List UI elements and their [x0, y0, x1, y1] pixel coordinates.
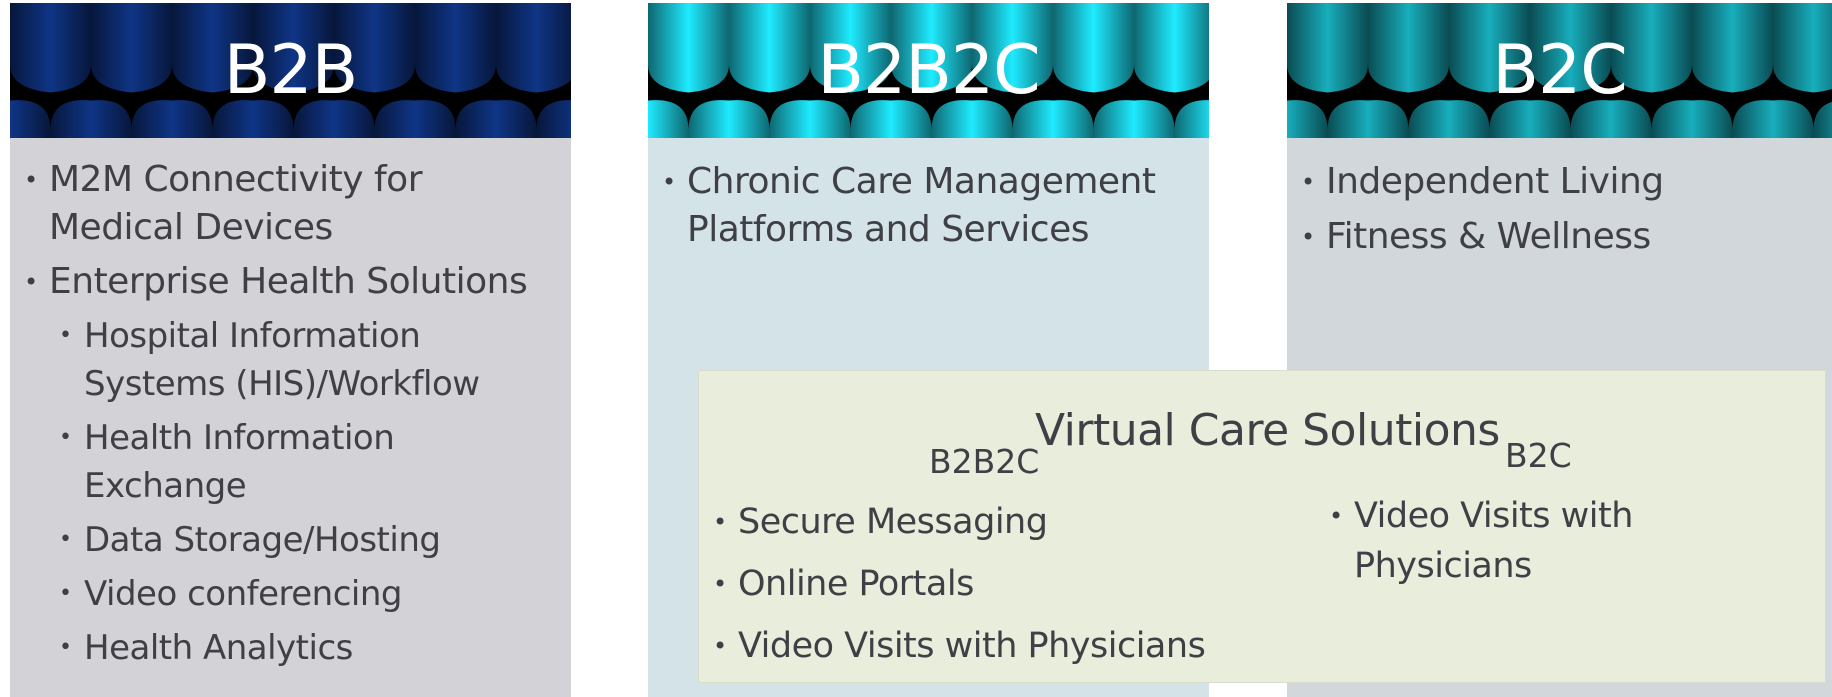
virtual-care-title: Virtual Care Solutions	[1035, 405, 1500, 456]
virtual-care-b2c-label: B2C	[1505, 436, 1572, 475]
b2b2c-list: • Chronic Care Management Platforms and S…	[662, 158, 1192, 254]
b2b-title: B2B	[223, 31, 359, 110]
list-item: • Online Portals	[713, 559, 1273, 609]
b2b2c-header: B2B2C	[648, 3, 1209, 138]
bullet-icon: •	[1301, 223, 1315, 251]
list-item: • M2M Connectivity for Medical Devices	[24, 156, 564, 252]
bullet-icon: •	[1301, 168, 1315, 196]
b2c-list: • Independent Living • Fitness & Wellness	[1301, 158, 1821, 268]
list-item: • Video Visits with Physicians	[1329, 491, 1819, 591]
list-item: • Chronic Care Management Platforms and S…	[662, 158, 1192, 254]
bullet-icon: •	[713, 570, 727, 598]
bullet-icon: •	[59, 527, 72, 552]
list-item: • Video Visits with Physicians	[713, 621, 1273, 671]
virtual-care-b2b2c-label: B2B2C	[929, 442, 1040, 481]
b2c-header: B2C	[1287, 3, 1832, 138]
b2b-sublist: • Hospital Information Systems (HIS)/Work…	[59, 312, 564, 672]
bullet-icon: •	[713, 508, 727, 536]
bullet-icon: •	[662, 168, 676, 196]
virtual-care-b2c-list: • Video Visits with Physicians	[1329, 491, 1819, 591]
list-item: • Video conferencing	[59, 570, 564, 618]
list-item: • Secure Messaging	[713, 497, 1273, 547]
bullet-icon: •	[59, 635, 72, 660]
virtual-care-b2b2c-list: • Secure Messaging • Online Portals • Video…	[713, 497, 1273, 683]
bullet-icon: •	[24, 166, 38, 194]
list-item: • Health Analytics	[59, 624, 564, 672]
virtual-care-box: Virtual Care Solutions B2B2C B2C • Secure…	[698, 370, 1826, 683]
b2c-title: B2C	[1492, 31, 1627, 110]
b2b-column: B2B • M2M Connectivity for Medical Device…	[10, 3, 571, 697]
b2b2c-title: B2B2C	[817, 31, 1040, 110]
list-item: • Hospital Information Systems (HIS)/Work…	[59, 312, 564, 408]
bullet-icon: •	[1329, 502, 1343, 530]
list-item: • Health Information Exchange	[59, 414, 564, 510]
b2b-list: • M2M Connectivity for Medical Devices • E…	[24, 156, 564, 678]
b2b-header: B2B	[10, 3, 571, 138]
list-item: • Enterprise Health Solutions	[24, 258, 564, 306]
list-item: • Data Storage/Hosting	[59, 516, 564, 564]
list-item: • Fitness & Wellness	[1301, 213, 1821, 261]
bullet-icon: •	[59, 425, 72, 450]
list-item: • Independent Living	[1301, 158, 1821, 206]
bullet-icon: •	[713, 632, 727, 660]
bullet-icon: •	[59, 323, 72, 348]
bullet-icon: •	[24, 268, 38, 296]
bullet-icon: •	[59, 581, 72, 606]
